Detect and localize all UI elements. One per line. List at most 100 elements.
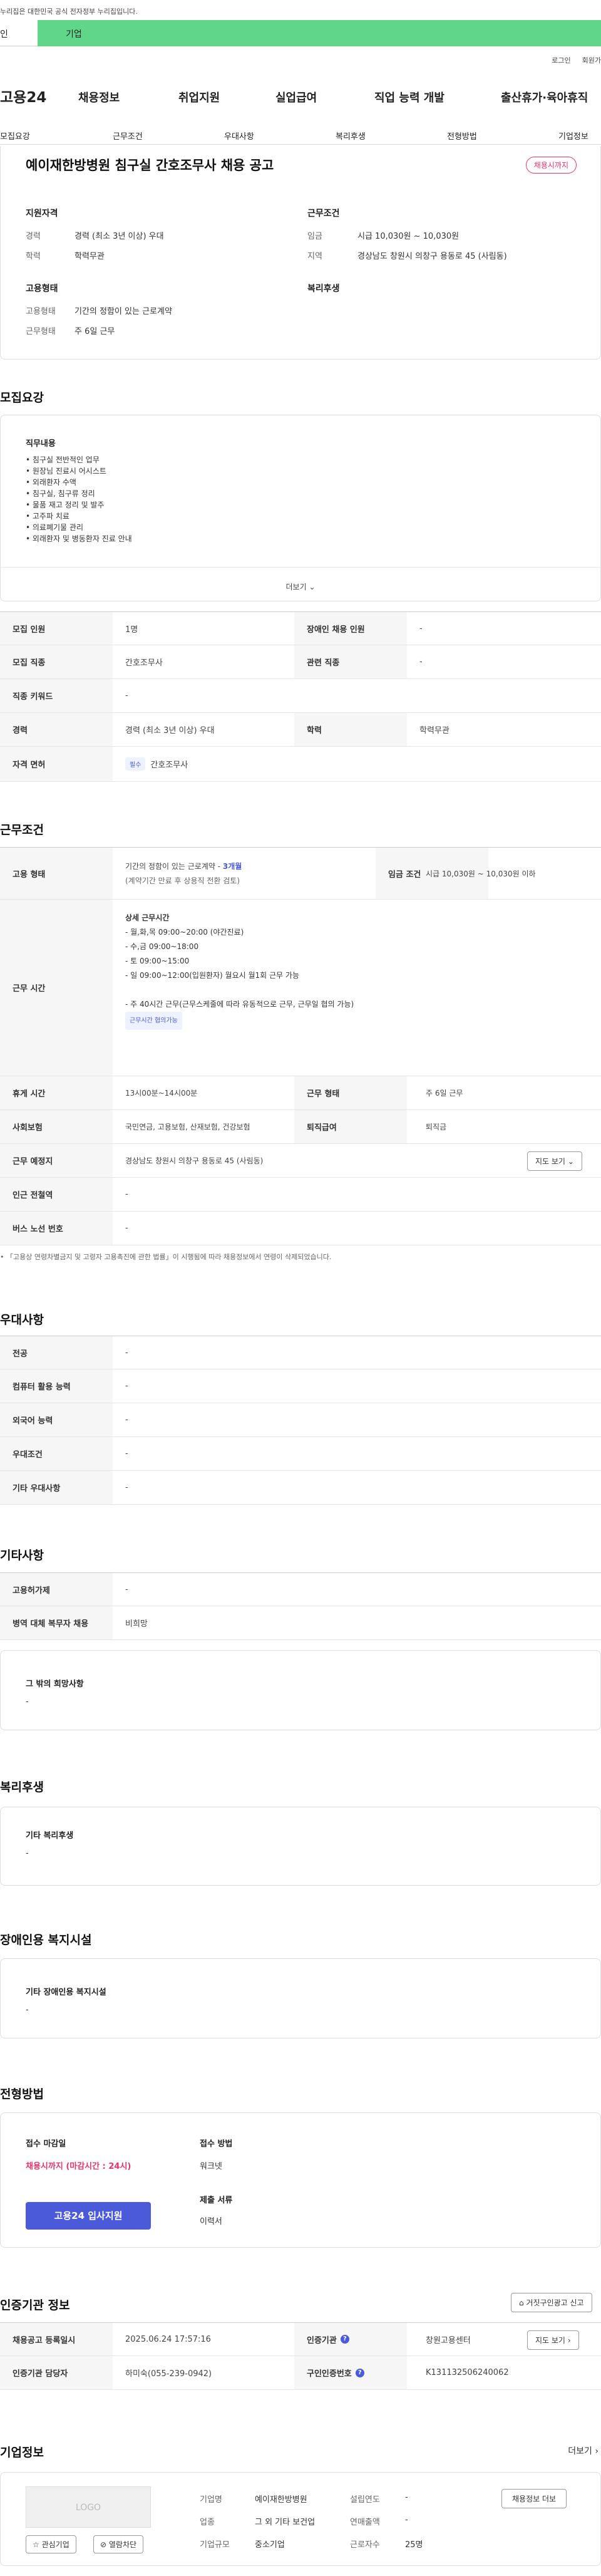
table-cell: 퇴직금 xyxy=(426,1123,447,1131)
gnb-employment-support[interactable]: 취업지원 xyxy=(178,89,220,105)
fake-ad-report-button[interactable]: ⌂ 거짓구인광고 신고 xyxy=(511,2293,592,2312)
days-key: 근무형태 xyxy=(26,327,56,336)
qual-label: 지원자격 xyxy=(26,209,58,219)
duty-item: • 원장님 진료시 어시스트 xyxy=(26,467,106,475)
size-value: 중소기업 xyxy=(255,2540,285,2550)
more-button[interactable]: 더보기 ⌄ xyxy=(1,567,600,601)
table-cell: - xyxy=(125,1449,128,1458)
table-row: 모집 직종 간호조무사 관련 직종 - xyxy=(0,645,601,679)
deadline-value: 채용시까지 (마감시간 : 24시) xyxy=(26,2162,131,2171)
table-row: 인근 전철역 - xyxy=(0,1178,601,1212)
tab-business[interactable]: 기업 xyxy=(38,20,601,46)
block-icon: ⊘ xyxy=(100,2540,107,2549)
company-more-link[interactable]: 더보기 › xyxy=(568,2444,598,2457)
found-key: 설립연도 xyxy=(350,2495,380,2505)
table-row: 근무 시간 상세 근무시간 - 월,화,목 09:00~20:00 (야간진료)… xyxy=(0,900,601,1076)
subnav-preference[interactable]: 우대사항 xyxy=(224,130,254,142)
duty-item: • 침구실 전반적인 업무 xyxy=(26,455,100,464)
work-time-cell: 상세 근무시간 - 월,화,목 09:00~20:00 (야간진료) - 수,금… xyxy=(113,900,601,1076)
fav-label: 관심기업 xyxy=(41,2540,69,2549)
org-key: 인증기관 xyxy=(307,2335,337,2345)
home-icon: ⌂ xyxy=(519,2298,524,2307)
pref-heading: 우대사항 xyxy=(0,1313,44,1327)
gnb-parental-leave[interactable]: 출산휴가·육아휴직 xyxy=(501,89,588,105)
emp-count-value: 25명 xyxy=(405,2540,423,2550)
edu-key: 학력 xyxy=(26,252,41,261)
wage-cell: 시급 10,030원 ~ 10,030원 이하 xyxy=(426,869,536,878)
table-row: 인증기관 담당자 하미숙(055-239-0942) 구인인증번호 ? K131… xyxy=(0,2356,601,2390)
table-header: 인증기관 ? xyxy=(294,2323,407,2355)
cert-heading: 인증기관 정보 xyxy=(0,2298,70,2312)
table-header: 병역 대체 복무자 채용 xyxy=(0,1606,113,1639)
cond-label: 근무조건 xyxy=(307,209,340,219)
duty-item: • 외래환자 및 병동환자 진료 안내 xyxy=(26,534,132,543)
edu-value: 학력무관 xyxy=(74,252,105,261)
table-header: 구인인증번호 ? xyxy=(294,2356,407,2389)
table-header: 인근 전철역 xyxy=(0,1178,113,1211)
table-header: 모집 직종 xyxy=(0,645,113,678)
table-header: 근무 형태 xyxy=(294,1076,407,1109)
tab-person[interactable]: 인 xyxy=(0,20,38,46)
docs-value: 이력서 xyxy=(200,2217,222,2226)
biz-value: 그 외 기타 보건업 xyxy=(255,2518,316,2527)
table-cell: - xyxy=(125,1584,128,1594)
subnav-company[interactable]: 기업정보 xyxy=(558,130,588,142)
table-header: 우대조건 xyxy=(0,1437,113,1470)
table-row: 고용허가제 - xyxy=(0,1572,601,1606)
table-cell: - xyxy=(125,1348,128,1358)
cert-no-key: 구인인증번호 xyxy=(307,2369,352,2379)
table-cell: 2025.06.24 17:57:16 xyxy=(125,2334,211,2344)
duty-item: • 의료폐기물 관리 xyxy=(26,523,83,532)
work-heading: 근무조건 xyxy=(0,823,44,837)
emp-key: 고용형태 xyxy=(26,307,56,316)
table-row: 근무 예정지 경상남도 창원시 의창구 용동로 45 (사림동) 지도 보기 ⌄ xyxy=(0,1144,601,1178)
company-heading: 기업정보 xyxy=(0,2446,44,2459)
subnav-welfare[interactable]: 복리후생 xyxy=(336,130,366,142)
gnb-vocational-training[interactable]: 직업 능력 개발 xyxy=(374,89,444,105)
table-row: 컴퓨터 활용 능력 - xyxy=(0,1369,601,1403)
disabled-heading: 장애인용 복지시설 xyxy=(0,1933,92,1947)
chevron-right-icon: › xyxy=(595,2446,598,2456)
table-header: 전공 xyxy=(0,1336,113,1369)
table-header: 관련 직종 xyxy=(294,645,407,678)
job-summary-card: 예이재한방병원 침구실 간호조무사 채용 공고 채용시까지 지원자격 경력 경력… xyxy=(0,147,601,360)
block-view-button[interactable]: ⊘ 열람차단 xyxy=(93,2535,144,2553)
region-value: 경상남도 창원시 의창구 용동로 45 (사림동) xyxy=(357,252,507,261)
deadline-label: 접수 마감일 xyxy=(26,2139,66,2149)
gnb-recruit[interactable]: 채용정보 xyxy=(78,89,120,105)
age-law-note: • 「고용상 연령차별금지 및 고령자 고용촉진에 관한 법률」이 시행됨에 따… xyxy=(0,1253,332,1261)
status-badge: 채용시까지 xyxy=(525,157,577,174)
disabled-card: 기타 장애인용 복지시설 - xyxy=(0,1958,601,2038)
company-name-key: 기업명 xyxy=(200,2495,222,2505)
question-icon[interactable]: ? xyxy=(340,2335,349,2344)
table-cell: 창원고용센터 xyxy=(426,2335,471,2345)
sales-key: 연매출액 xyxy=(350,2518,380,2527)
gnb-unemployment-benefit[interactable]: 실업급여 xyxy=(275,89,317,105)
gov-notice-bar: 누리집은 대한민국 공식 전자정부 누리집입니다. xyxy=(0,0,601,20)
table-cell: - xyxy=(125,1415,128,1425)
job-title: 예이재한방병원 침구실 간호조무사 채용 공고 xyxy=(26,158,274,173)
table-header: 직종 키워드 xyxy=(0,679,113,712)
time-title: 상세 근무시간 xyxy=(125,913,170,922)
subnav-selection[interactable]: 전형방법 xyxy=(447,130,477,142)
signup-link[interactable]: 회원가 xyxy=(582,55,601,65)
apply-button[interactable]: 고용24 입사지원 xyxy=(26,2202,151,2230)
global-nav: 고용24 채용정보 취업지원 실업급여 직업 능력 개발 출산휴가·육아휴직 xyxy=(0,81,601,113)
cert-map-button[interactable]: 지도 보기 › xyxy=(527,2330,579,2350)
question-icon[interactable]: ? xyxy=(355,2368,364,2377)
time-line: - 수,금 09:00~18:00 xyxy=(125,942,199,951)
login-link[interactable]: 로그인 xyxy=(552,55,570,65)
map-view-button[interactable]: 지도 보기 ⌄ xyxy=(527,1151,582,1171)
table-header: 고용허가제 xyxy=(0,1573,113,1606)
subnav-recruit[interactable]: 모집요강 xyxy=(0,130,30,142)
favorite-company-button[interactable]: ☆ 관심기업 xyxy=(26,2535,76,2553)
table-row: 사회보험 국민연금, 고용보험, 산재보험, 건강보험 퇴직급여 퇴직금 xyxy=(0,1110,601,1144)
career-key: 경력 xyxy=(26,232,41,241)
subnav-conditions[interactable]: 근무조건 xyxy=(113,130,143,142)
table-cell: 13시00분~14시00분 xyxy=(125,1089,198,1098)
table-header: 근무 시간 xyxy=(0,900,113,1076)
emp-note: (계약기간 만료 후 상용직 전환 검토) xyxy=(125,876,240,885)
company-jobs-button[interactable]: 채용정보 더보 xyxy=(501,2489,567,2508)
site-logo[interactable]: 고용24 xyxy=(0,85,46,106)
table-header: 학력 xyxy=(294,713,407,746)
